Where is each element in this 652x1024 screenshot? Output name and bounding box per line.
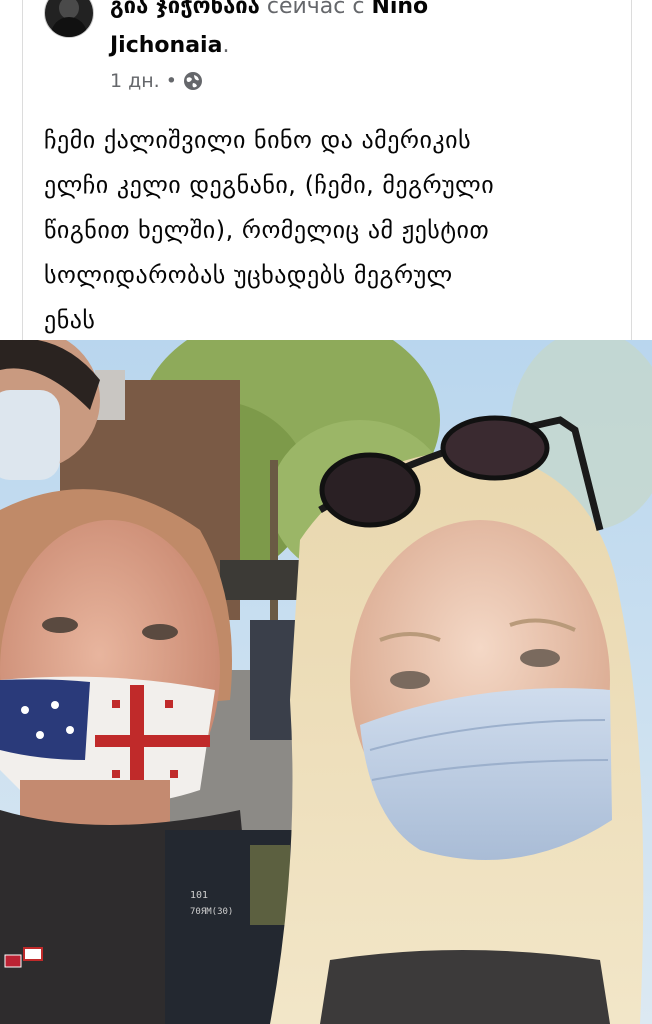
selfie-photo: 101 70ЯМ(30) <box>0 340 652 1024</box>
post-meta: 1 дн. • <box>110 70 203 92</box>
tagged-name-last[interactable]: Jichonaia <box>110 33 222 58</box>
post-text: ჩემი ქალიშვილი ნინო და ამერიკის ელჩი კელ… <box>44 118 614 343</box>
post-text-line: ელჩი კელი დეგნანი, (ჩემი, მეგრული <box>44 171 495 199</box>
author-name[interactable]: გია ჯიჭონაია <box>110 0 260 19</box>
period: . <box>222 33 230 58</box>
post-timestamp[interactable]: 1 дн. <box>110 70 160 92</box>
post-photo[interactable]: 101 70ЯМ(30) <box>0 340 652 1024</box>
post-header-line2: Jichonaia. <box>110 33 229 59</box>
globe-icon[interactable] <box>183 71 203 91</box>
book-text-1: 101 <box>190 890 208 901</box>
author-avatar[interactable] <box>44 0 94 38</box>
post-header: გია ჯიჭონაია сейчас с Nino <box>110 0 428 20</box>
post-text-line: ჩემი ქალიშვილი ნინო და ამერიკის <box>44 126 472 154</box>
action-text: сейчас с <box>266 0 365 19</box>
meta-separator: • <box>165 70 177 92</box>
book-text-2: 70ЯМ(30) <box>190 907 233 917</box>
tagged-name-first[interactable]: Nino <box>371 0 428 19</box>
post-text-line: წიგნით ხელში), რომელიც ამ ჟესტით <box>44 216 490 244</box>
post-text-line: სოლიდარობას უცხადებს მეგრულ <box>44 261 453 289</box>
post-text-line: ენას <box>44 306 96 334</box>
